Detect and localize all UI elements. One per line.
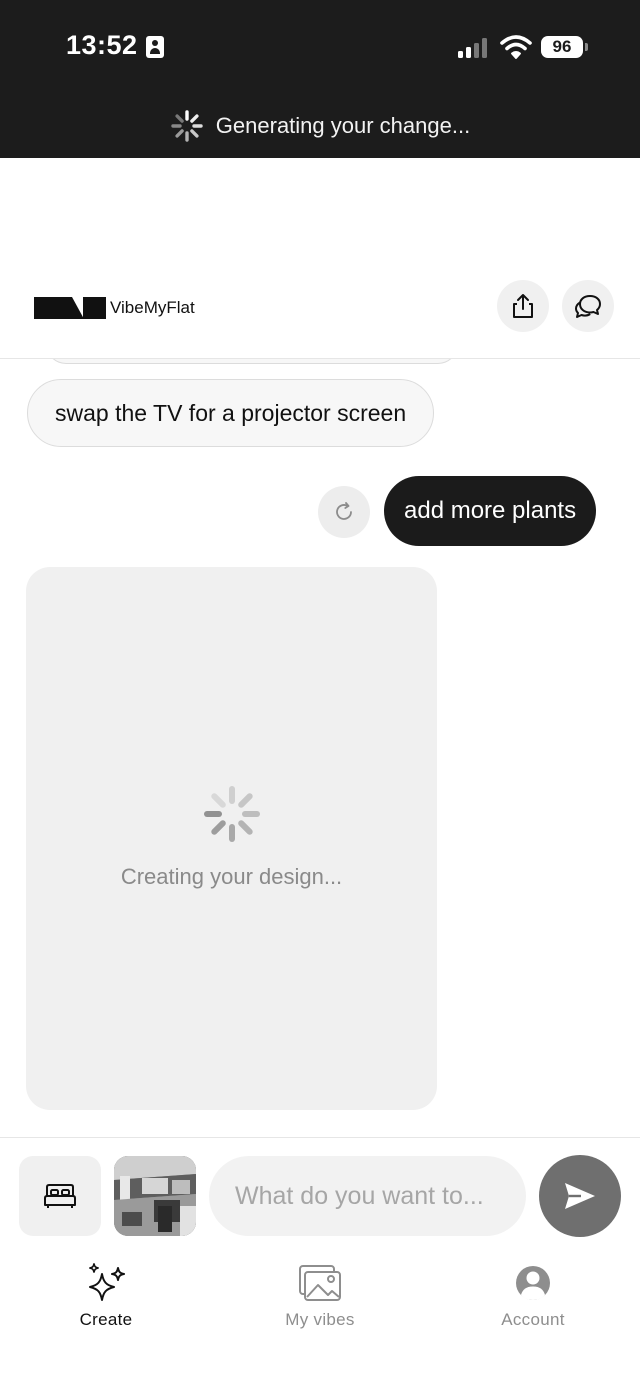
wifi-icon [500,35,532,59]
chat-thread[interactable]: swap the TV for a projector screen add m… [0,359,640,1137]
design-placeholder-card: Creating your design... [26,567,437,1110]
tab-account[interactable]: Account [463,1256,603,1336]
tab-account-label: Account [501,1310,565,1329]
brand-name: VibeMyFlat [110,298,195,317]
refresh-icon [336,502,352,520]
retry-button[interactable] [318,486,370,538]
contact-card-icon [146,36,164,58]
spinner-icon [204,786,260,842]
app-header: VibeMyFlat [0,270,640,359]
battery-tip [585,43,588,51]
share-icon [513,294,533,318]
spinner-icon [171,110,203,142]
tab-my-vibes[interactable]: My vibes [250,1256,390,1336]
share-button[interactable] [497,280,549,332]
room-type-button[interactable] [19,1156,101,1236]
tab-create[interactable]: Create [36,1256,176,1336]
suggestion-bubble[interactable]: swap the TV for a projector screen [27,379,435,447]
chat-bubbles-icon [575,295,601,318]
suggestion-text: swap the TV for a projector screen [55,399,407,426]
gallery-icon [299,1265,341,1301]
tab-create-label: Create [79,1310,133,1329]
feedback-button[interactable] [562,280,614,332]
user-message-text: add more plants [404,497,577,524]
banner-text: Generating your change... [215,113,471,138]
person-circle-icon [516,1266,550,1300]
message-composer [0,1137,640,1256]
room-photo-thumbnail[interactable] [114,1156,196,1236]
sparkles-icon [89,1263,125,1301]
generating-status-text: Creating your design... [120,864,343,889]
bed-icon [44,1184,76,1208]
tab-my-vibes-label: My vibes [285,1310,355,1329]
prompt-input[interactable] [209,1156,526,1236]
bottom-tab-bar: Create My vibes Account [0,1256,640,1387]
user-message-bubble: add more plants [384,476,597,546]
previous-message-edge [46,359,458,364]
vibemyflat-logo [34,297,106,319]
cellular-signal-icon [458,38,492,58]
status-bar: 13:52 96 Generating your change... [0,0,640,158]
send-arrow-icon [565,1183,595,1209]
status-time: 13:52 [66,30,138,60]
battery-indicator: 96 [541,36,583,58]
room-photo [114,1156,196,1236]
generating-banner: Generating your change... [0,108,640,144]
send-button[interactable] [539,1155,621,1237]
